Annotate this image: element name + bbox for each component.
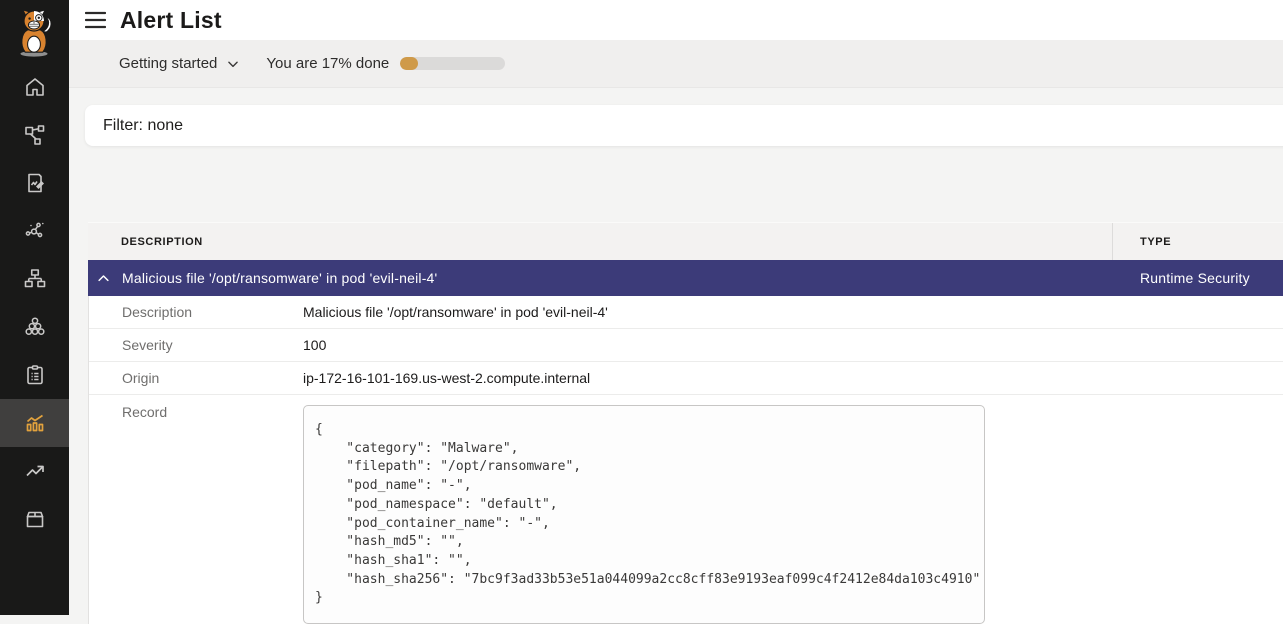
alert-details-panel: Description Malicious file '/opt/ransomw… xyxy=(88,296,1283,624)
cat-mascot-logo[interactable] xyxy=(10,5,58,61)
alert-table: DESCRIPTION TYPE Malicious file '/opt/ra… xyxy=(88,222,1283,624)
sidebar-item-alerts-active[interactable] xyxy=(0,399,69,447)
detail-label: Severity xyxy=(89,337,303,353)
alert-row-expanded[interactable]: Malicious file '/opt/ransomware' in pod … xyxy=(88,260,1283,296)
column-header-type: TYPE xyxy=(1113,223,1283,260)
filter-bar[interactable]: Filter: none xyxy=(85,105,1283,146)
chevron-up-icon xyxy=(96,271,111,286)
getting-started-label: Getting started xyxy=(119,55,217,72)
topology-icon xyxy=(23,123,47,147)
detail-value: ip-172-16-101-169.us-west-2.compute.inte… xyxy=(303,370,590,386)
detail-label: Description xyxy=(89,304,303,320)
detail-label: Origin xyxy=(89,370,303,386)
page-title: Alert List xyxy=(120,7,222,34)
sidebar-item-cluster[interactable] xyxy=(0,303,69,351)
detail-label: Record xyxy=(89,395,303,420)
detail-row-record: Record { "category": "Malware", "filepat… xyxy=(89,395,1283,624)
detail-row-origin: Origin ip-172-16-101-169.us-west-2.compu… xyxy=(89,362,1283,395)
hamburger-menu-icon[interactable] xyxy=(85,11,106,29)
alert-row-description-cell: Malicious file '/opt/ransomware' in pod … xyxy=(88,270,1113,286)
detail-row-description: Description Malicious file '/opt/ransomw… xyxy=(89,296,1283,329)
content-area: Filter: none DESCRIPTION TYPE Malicious … xyxy=(69,88,1283,615)
trend-icon xyxy=(23,459,47,483)
home-icon xyxy=(23,75,47,99)
column-header-description: DESCRIPTION xyxy=(88,223,1113,260)
sidebar-nav xyxy=(0,63,69,543)
getting-started-bar: Getting started You are 17% done xyxy=(69,40,1283,88)
molecule-icon xyxy=(23,219,47,243)
detail-row-severity: Severity 100 xyxy=(89,329,1283,362)
progress-text: You are 17% done xyxy=(266,55,389,72)
checklist-icon xyxy=(23,363,47,387)
getting-started-dropdown[interactable]: Getting started xyxy=(119,55,240,72)
sitemap-icon xyxy=(23,267,47,291)
filter-text: Filter: none xyxy=(103,117,183,135)
table-header-row: DESCRIPTION TYPE xyxy=(88,222,1283,260)
alert-description: Malicious file '/opt/ransomware' in pod … xyxy=(122,270,437,286)
sidebar xyxy=(0,0,69,615)
report-icon xyxy=(23,171,47,195)
analytics-icon xyxy=(23,411,47,435)
collapse-row-button[interactable] xyxy=(96,271,111,286)
cluster-icon xyxy=(23,315,47,339)
sidebar-item-home[interactable] xyxy=(0,63,69,111)
sidebar-item-molecule[interactable] xyxy=(0,207,69,255)
detail-value: 100 xyxy=(303,337,326,353)
chevron-down-icon xyxy=(226,57,240,71)
sidebar-item-trends[interactable] xyxy=(0,447,69,495)
progress-bar xyxy=(400,57,505,70)
main-area: Alert List Getting started You are 17% d… xyxy=(69,0,1283,615)
record-json-content: { "category": "Malware", "filepath": "/o… xyxy=(315,421,973,608)
sidebar-item-report[interactable] xyxy=(0,159,69,207)
record-json-block: { "category": "Malware", "filepath": "/o… xyxy=(303,405,985,624)
detail-value: Malicious file '/opt/ransomware' in pod … xyxy=(303,304,608,320)
sidebar-item-packages[interactable] xyxy=(0,495,69,543)
sidebar-item-topology[interactable] xyxy=(0,111,69,159)
sidebar-item-sitemap[interactable] xyxy=(0,255,69,303)
title-bar: Alert List xyxy=(69,0,1283,40)
alert-type: Runtime Security xyxy=(1113,270,1283,286)
package-icon xyxy=(23,507,47,531)
sidebar-item-checklist[interactable] xyxy=(0,351,69,399)
progress-fill xyxy=(400,57,418,70)
